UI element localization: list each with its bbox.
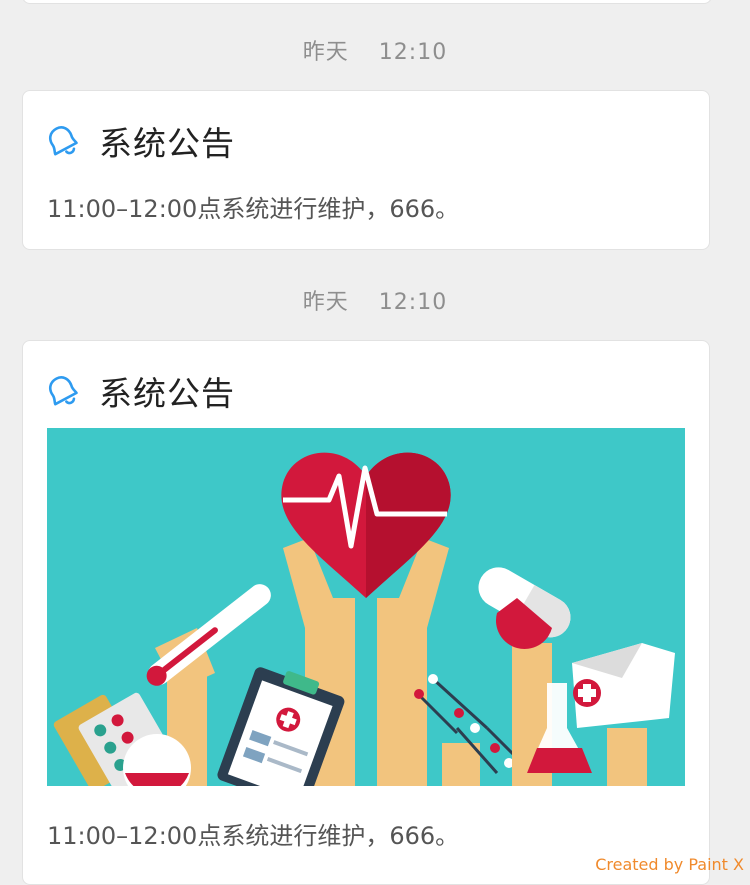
bell-icon (48, 376, 78, 406)
notice-body: 11:00–12:00点系统进行维护，666。 (47, 822, 460, 850)
message-timestamp: 昨天 12:10 (0, 34, 750, 66)
watermark-text: Created by Paint X (595, 855, 744, 874)
notice-card[interactable]: 系统公告 11:00–12:00点系统进行维护，666。 (22, 90, 710, 250)
notice-header: 系统公告 (47, 121, 235, 163)
notice-title: 系统公告 (99, 374, 235, 413)
medical-banner-image[interactable] (47, 428, 685, 786)
previous-card-edge (22, 0, 712, 4)
notice-body: 11:00–12:00点系统进行维护，666。 (47, 195, 460, 223)
timestamp-time: 12:10 (378, 290, 448, 315)
timestamp-day: 昨天 (302, 290, 349, 315)
bell-icon (48, 126, 78, 156)
timestamp-time: 12:10 (378, 40, 448, 65)
notice-title: 系统公告 (99, 124, 235, 163)
notice-card[interactable]: 系统公告 11:00–12:00点系统进行维护，666。 (22, 340, 710, 885)
medical-illustration (47, 428, 685, 786)
timestamp-day: 昨天 (302, 40, 349, 65)
message-timestamp: 昨天 12:10 (0, 284, 750, 316)
notice-header: 系统公告 (47, 371, 235, 413)
